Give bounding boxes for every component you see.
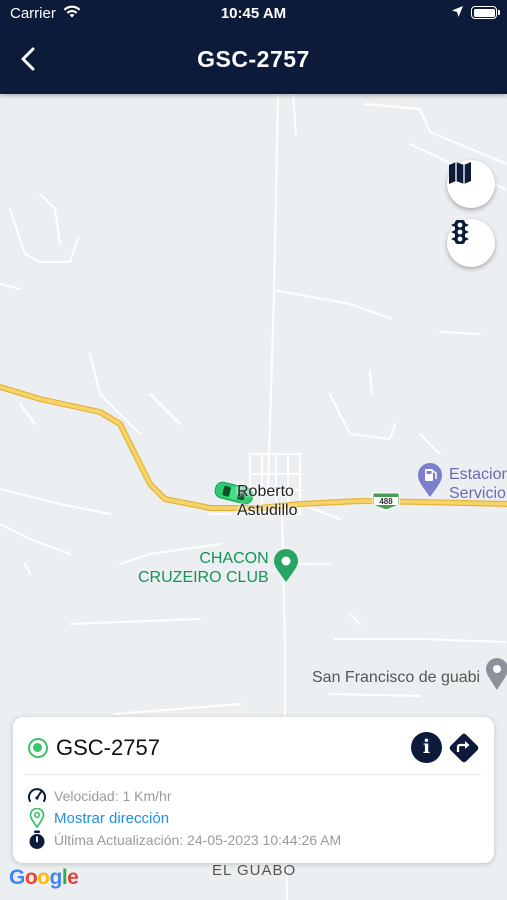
vehicle-plate: GSC-2757 xyxy=(56,735,160,760)
town-label: Roberto Astudillo xyxy=(237,482,297,520)
directions-icon xyxy=(449,733,479,763)
info-icon: i xyxy=(422,736,431,758)
location-arrow-icon xyxy=(451,5,464,22)
directions-button[interactable] xyxy=(447,731,481,765)
club-label-text: CHACON CRUZEIRO CLUB xyxy=(138,550,269,586)
last-update-row: Última Actualización: 24-05-2023 10:44:2… xyxy=(27,830,341,850)
speed-text: Velocidad: 1 Km/hr xyxy=(54,788,172,804)
battery-icon xyxy=(471,6,500,19)
el-guabo-label: EL GUABO xyxy=(212,862,297,879)
google-logo[interactable]: Google xyxy=(9,866,79,890)
vehicle-info-card: GSC-2757 i Velocidad: 1 Km/hr Mostrar di… xyxy=(13,717,494,863)
gas-station-label[interactable]: Estacion Servicio xyxy=(449,465,507,503)
status-indicator-icon xyxy=(28,738,48,758)
status-bar: Carrier 10:45 AM xyxy=(0,0,507,26)
traffic-light-icon xyxy=(451,220,469,244)
gas-station-label-text: Estacion Servicio xyxy=(449,466,507,502)
traffic-button[interactable] xyxy=(447,219,495,267)
speedometer-icon xyxy=(27,786,47,806)
card-divider xyxy=(25,774,481,775)
clock: 10:45 AM xyxy=(220,5,287,22)
info-button[interactable]: i xyxy=(411,732,442,763)
map-icon xyxy=(449,162,471,184)
route-number: 488 xyxy=(379,497,393,506)
town-label-text: Roberto Astudillo xyxy=(237,483,298,519)
map-type-button[interactable] xyxy=(447,160,495,208)
nav-bar: GSC-2757 xyxy=(0,26,507,94)
stopwatch-icon xyxy=(27,830,47,850)
address-row[interactable]: Mostrar dirección xyxy=(27,808,169,828)
speed-row: Velocidad: 1 Km/hr xyxy=(27,786,172,806)
location-pin-icon xyxy=(27,808,47,828)
club-label[interactable]: CHACON CRUZEIRO CLUB xyxy=(138,549,269,587)
page-title: GSC-2757 xyxy=(197,46,310,72)
show-address-link[interactable]: Mostrar dirección xyxy=(54,810,169,827)
san-francisco-label[interactable]: San Francisco de guabi xyxy=(312,668,480,687)
last-update-text: Última Actualización: 24-05-2023 10:44:2… xyxy=(54,832,342,848)
